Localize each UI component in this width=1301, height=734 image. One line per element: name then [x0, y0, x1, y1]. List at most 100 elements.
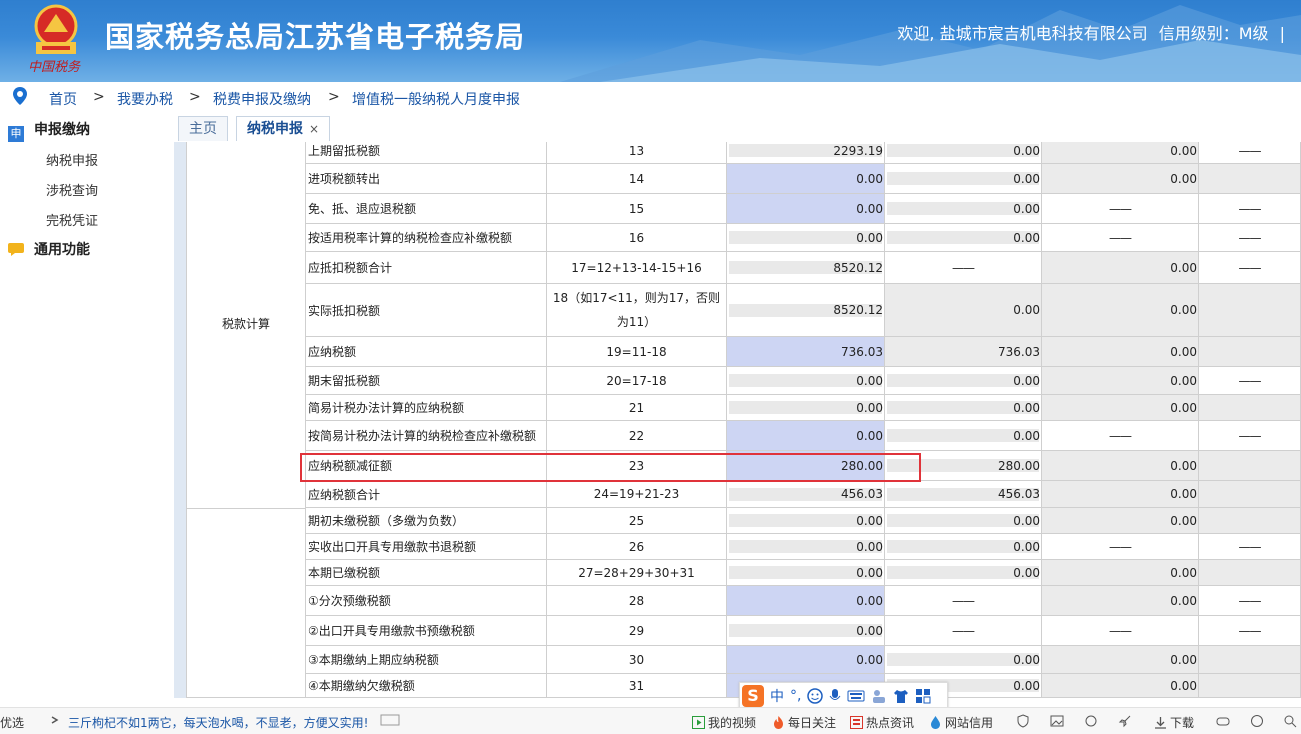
status-download[interactable]: 下载 — [1154, 714, 1194, 731]
status-hot[interactable]: 热点资讯 — [850, 714, 914, 731]
value-cell[interactable]: 0.00 — [727, 586, 885, 616]
row-number-text: 15 — [628, 201, 645, 216]
value-cell: —— — [1199, 224, 1301, 252]
emoji-icon[interactable] — [807, 688, 824, 704]
shield-icon[interactable] — [1016, 714, 1030, 731]
row-name: 按适用税率计算的纳税检查应补缴税额 — [306, 224, 547, 252]
value-text: —— — [1238, 373, 1262, 388]
ime-toolbar[interactable]: S 中 °, — [739, 682, 948, 710]
value-cell[interactable]: 0.00 — [727, 421, 885, 451]
value-text: 456.03 — [998, 487, 1040, 501]
value-cell[interactable]: 280.00 — [727, 451, 885, 481]
value-cell: —— — [1199, 194, 1301, 224]
row-name-text: ③本期缴纳上期应纳税额 — [308, 653, 439, 667]
ime-punct-toggle[interactable]: °, — [790, 688, 801, 704]
news-icon — [850, 716, 863, 729]
breadcrumb-tax-handling[interactable]: 我要办税 — [117, 89, 173, 109]
row-number: 17=12+13-14-15+16 — [547, 252, 727, 284]
microphone-icon[interactable] — [829, 688, 841, 704]
skin-shirt-icon[interactable] — [893, 688, 909, 704]
value-cell[interactable]: 736.03 — [727, 337, 885, 367]
value-text: 8520.12 — [833, 260, 883, 275]
status-preferred[interactable]: 优选 — [0, 714, 24, 731]
value-text: 0.00 — [1013, 428, 1040, 443]
keyboard-icon[interactable] — [847, 689, 865, 703]
breadcrumb-home[interactable]: 首页 — [49, 89, 77, 109]
value-text: 0.00 — [1013, 678, 1040, 693]
sidebar-item-tax-return[interactable]: 纳税申报 — [46, 150, 98, 169]
status-video-label: 我的视频 — [708, 716, 757, 730]
row-number-text: 28 — [628, 593, 645, 608]
value-text: —— — [1238, 593, 1262, 608]
value-cell: 0.00 — [885, 534, 1042, 560]
row-name-text: 免、抵、退应退税额 — [308, 202, 417, 216]
chevron-right-icon[interactable] — [50, 714, 60, 728]
tab-home[interactable]: 主页 — [178, 116, 228, 141]
row-number: 16 — [547, 224, 727, 252]
value-cell: 0.00 — [727, 508, 885, 534]
status-video[interactable]: 我的视频 — [692, 714, 756, 731]
row-number: 30 — [547, 646, 727, 674]
zoom-icon[interactable] — [1283, 714, 1297, 731]
value-text: 0.00 — [1170, 344, 1197, 359]
sidebar-item-tax-query[interactable]: 涉税查询 — [46, 180, 98, 199]
row-name-text: 实收出口开具专用缴款书退税额 — [308, 540, 477, 554]
row-number: 15 — [547, 194, 727, 224]
row-number-text: 18（如17<11，则为17，否则为11） — [552, 291, 721, 329]
status-credit[interactable]: 网站信用 — [929, 714, 993, 731]
value-text: —— — [1109, 230, 1132, 245]
image-icon[interactable] — [1050, 714, 1064, 731]
breadcrumb-vat-monthly[interactable]: 增值税一般纳税人月度申报 — [352, 89, 520, 109]
tab-tax-return[interactable]: 纳税申报 × — [236, 116, 331, 141]
row-name-text: ②出口开具专用缴款书预缴税额 — [308, 624, 475, 638]
row-number: 18（如17<11，则为17，否则为11） — [547, 284, 727, 337]
row-name-text: 应纳税额减征额 — [308, 459, 393, 473]
filing-icon: 申 — [8, 126, 24, 142]
game-icon[interactable] — [1216, 714, 1230, 731]
close-icon[interactable]: × — [309, 122, 319, 136]
ime-lang-toggle[interactable]: 中 — [770, 686, 784, 706]
value-text: 0.00 — [1170, 400, 1197, 415]
status-news-icon[interactable] — [380, 714, 400, 729]
value-cell[interactable]: 0.00 — [727, 164, 885, 194]
value-text: 0.00 — [1013, 539, 1040, 554]
ie-icon[interactable] — [1250, 714, 1264, 731]
emblem-caption: 中国税务 — [28, 60, 81, 75]
breadcrumb-tax-filing[interactable]: 税费申报及缴纳 — [213, 89, 311, 109]
value-cell: 0.00 — [885, 646, 1042, 674]
value-text: —— — [952, 260, 975, 275]
value-text: 8520.12 — [833, 303, 883, 317]
value-text: —— — [1109, 539, 1132, 554]
grid-menu-icon[interactable] — [915, 688, 931, 704]
value-text: 0.00 — [856, 623, 883, 638]
row-number-text: 17=12+13-14-15+16 — [571, 260, 702, 275]
row-number: 22 — [547, 421, 727, 451]
refresh-icon[interactable] — [1084, 714, 1098, 731]
value-cell: 0.00 — [1042, 646, 1199, 674]
rocket-icon[interactable] — [1118, 714, 1132, 731]
user-tools-icon[interactable] — [871, 688, 887, 704]
breadcrumb-separator: > — [328, 89, 340, 105]
value-text: 0.00 — [856, 171, 883, 186]
row-name-text: 实际抵扣税额 — [308, 303, 381, 318]
status-follow[interactable]: 每日关注 — [772, 714, 836, 731]
row-number: 19=11-18 — [547, 337, 727, 367]
row-number-text: 14 — [628, 171, 645, 186]
value-text: —— — [1109, 428, 1132, 443]
value-cell[interactable]: 0.00 — [727, 646, 885, 674]
sidebar-item-tax-certificate[interactable]: 完税凭证 — [46, 210, 98, 229]
sidebar-group-common[interactable]: 通用功能 — [8, 239, 90, 259]
value-text: 280.00 — [998, 458, 1040, 473]
value-cell: —— — [1199, 252, 1301, 284]
value-cell[interactable]: 0.00 — [727, 194, 885, 224]
row-number: 14 — [547, 164, 727, 194]
value-cell: —— — [1199, 142, 1301, 164]
location-pin-icon — [13, 87, 27, 105]
value-text: 0.00 — [1170, 652, 1197, 667]
status-news-link[interactable]: 三斤枸杞不如1两它，每天泡水喝，不显老，方便又实用! — [68, 714, 368, 731]
sogou-logo-icon[interactable]: S — [742, 685, 764, 707]
value-cell: 0.00 — [727, 367, 885, 395]
sidebar-group-filing[interactable]: 申申报缴纳 — [8, 119, 90, 142]
row-number-text: 20=17-18 — [606, 373, 667, 388]
row-number-text: 27=28+29+30+31 — [578, 565, 695, 580]
